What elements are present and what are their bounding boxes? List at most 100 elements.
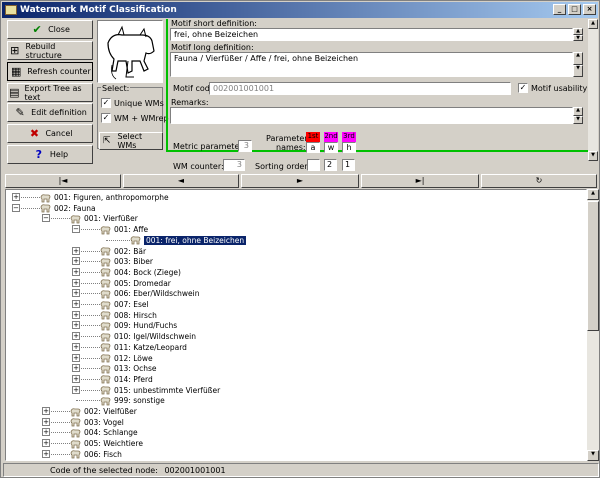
expand-icon[interactable]: + [72, 353, 80, 362]
tree-node[interactable]: 005: Weichtiere [70, 438, 143, 449]
window-title: Watermark Motif Classification [20, 5, 177, 15]
minimize-button[interactable]: _ [553, 4, 566, 15]
form-scrollbar[interactable]: ▲ ▼ [588, 19, 598, 161]
tree-node[interactable]: 005: Dromedar [100, 278, 171, 289]
tree-node[interactable]: 001: Affe [100, 224, 148, 235]
metric-parameters-input[interactable]: 3 [238, 140, 252, 152]
long-definition-input[interactable]: Fauna / Vierfüßer / Affe / frei, ohne Be… [170, 52, 573, 77]
title-bar[interactable]: Watermark Motif Classification _ □ × [2, 2, 598, 18]
tree-node[interactable]: 007: Esel [100, 299, 149, 310]
tree-node-label: 001: frei, ohne Beizeichen [144, 235, 247, 245]
expand-icon[interactable]: + [72, 257, 80, 266]
nav-prev-button[interactable]: ◄ [123, 174, 239, 188]
close-button[interactable]: ✔ Close [7, 20, 93, 39]
tree-node[interactable]: 008: Hirsch [100, 310, 157, 321]
expand-icon[interactable]: + [72, 321, 80, 330]
short-definition-scroll[interactable]: ▲ ▼ [573, 28, 583, 41]
close-window-button[interactable]: × [583, 4, 596, 15]
cancel-button[interactable]: ✖ Cancel [7, 124, 93, 143]
expand-icon[interactable]: + [72, 267, 80, 276]
tree-node[interactable]: 009: Hund/Fuchs [100, 320, 177, 331]
collapse-icon[interactable]: − [72, 225, 80, 234]
scroll-down-button[interactable]: ▼ [588, 151, 598, 161]
tree-node[interactable]: 003: Vogel [70, 417, 124, 428]
nav-refresh-button[interactable]: ↻ [481, 174, 597, 188]
expand-icon[interactable]: + [72, 289, 80, 298]
expand-icon[interactable]: + [42, 417, 50, 426]
expand-icon[interactable]: + [72, 310, 80, 319]
tree-scrollbar[interactable]: ▲ ▼ [587, 189, 599, 461]
refresh-counter-button[interactable]: ▦ Refresh counter [7, 62, 93, 81]
tree-node[interactable]: 012: Löwe [100, 353, 153, 364]
param-2nd-input[interactable]: w [324, 142, 338, 153]
tree-node[interactable]: 011: Katze/Leopard [100, 342, 187, 353]
tree-node-label: 015: unbestimmte Vierfüßer [114, 385, 221, 395]
rebuild-structure-button[interactable]: ⊞ Rebuild structure [7, 41, 93, 60]
long-definition-label: Motif long definition: [171, 43, 254, 52]
remarks-scroll[interactable]: ▲ ▼ [573, 107, 583, 124]
tree-node-label: 001: Affe [114, 225, 149, 235]
expand-icon[interactable]: + [42, 449, 50, 458]
tree-node[interactable]: 006: Fisch [70, 449, 122, 460]
maximize-button[interactable]: □ [568, 4, 581, 15]
tree-node[interactable]: 001: Figuren, anthropomorphe [40, 192, 169, 203]
tree-scroll-down-button[interactable]: ▼ [587, 450, 599, 461]
export-tree-button[interactable]: ▤ Export Tree as text [7, 83, 93, 102]
unique-wms-checkbox[interactable]: ✓ Unique WMs [101, 98, 164, 108]
sort-order-input-1[interactable] [307, 159, 320, 171]
expand-icon[interactable]: + [42, 407, 50, 415]
nav-last-button[interactable]: ►| [361, 174, 479, 188]
param-3rd-input[interactable]: h [342, 142, 356, 153]
expand-icon[interactable]: + [42, 428, 50, 437]
tree-node[interactable]: 015: unbestimmte Vierfüßer [100, 385, 220, 396]
nav-first-button[interactable]: |◄ [5, 174, 121, 188]
tree-node[interactable]: 003: Biber [100, 256, 153, 267]
wm-wmrep-checkbox[interactable]: ✓ WM + WMrep [101, 113, 169, 123]
short-definition-input[interactable]: frei, ohne Beizeichen [170, 28, 573, 41]
tree-node[interactable]: 013: Ochse [100, 363, 157, 374]
select-wms-button[interactable]: ⇱ Select WMs [99, 132, 163, 150]
tree-node[interactable]: 001: Vierfüßer [70, 213, 138, 224]
wm-counter-input[interactable]: 3 [223, 159, 245, 171]
edit-definition-button[interactable]: ✎ Edit definition [7, 103, 93, 122]
expand-icon[interactable]: + [72, 332, 80, 341]
collapse-icon[interactable]: − [42, 214, 50, 223]
param-2nd-label: 2nd [324, 132, 338, 142]
tree-node[interactable]: 999: sonstige [100, 395, 165, 406]
help-button[interactable]: ? Help [7, 145, 93, 164]
param-1st-input[interactable]: a [306, 142, 320, 153]
x-icon: ✖ [29, 127, 40, 140]
motif-tree[interactable]: +001: Figuren, anthropomorphe −002: Fauna… [5, 189, 587, 461]
scroll-up-button[interactable]: ▲ [588, 19, 598, 29]
sorting-order-label: Sorting order: [255, 162, 311, 171]
tree-node[interactable]: 006: Eber/Wildschwein [100, 288, 200, 299]
tree-node[interactable]: 014: Pferd [100, 374, 153, 385]
tree-node[interactable]: 004: Schlange [70, 427, 138, 438]
tree-node[interactable]: 001: frei, ohne Beizeichen [130, 235, 247, 246]
expand-icon[interactable]: + [72, 246, 80, 255]
expand-icon[interactable]: + [72, 300, 80, 308]
motif-code-input[interactable]: 002001001001 [209, 82, 511, 95]
tree-node[interactable]: 002: Vielfüßer [70, 406, 137, 417]
expand-icon[interactable]: + [72, 342, 80, 351]
long-definition-scroll[interactable]: ▲ ▼ [573, 52, 583, 77]
expand-icon[interactable]: + [72, 374, 80, 383]
expand-icon[interactable]: + [72, 385, 80, 394]
tree-node[interactable]: 004: Bock (Ziege) [100, 267, 181, 278]
tree-scroll-thumb[interactable] [587, 201, 599, 331]
remarks-input[interactable] [170, 107, 573, 124]
collapse-icon[interactable]: − [12, 203, 20, 212]
motif-usability-checkbox[interactable]: ✓ Motif usability [518, 83, 587, 93]
tree-node[interactable]: 002: Bär [100, 246, 146, 257]
sort-order-input-2[interactable]: 2 [324, 159, 337, 171]
expand-icon[interactable]: + [12, 193, 20, 201]
expand-icon[interactable]: + [72, 278, 80, 287]
watermark-node-icon [70, 214, 81, 224]
tree-node[interactable]: 002: Fauna [40, 203, 96, 214]
tree-scroll-up-button[interactable]: ▲ [587, 189, 599, 200]
sort-order-input-3[interactable]: 1 [342, 159, 355, 171]
expand-icon[interactable]: + [42, 439, 50, 448]
nav-next-button[interactable]: ► [241, 174, 359, 188]
tree-node[interactable]: 010: Igel/Wildschwein [100, 331, 196, 342]
expand-icon[interactable]: + [72, 364, 80, 373]
